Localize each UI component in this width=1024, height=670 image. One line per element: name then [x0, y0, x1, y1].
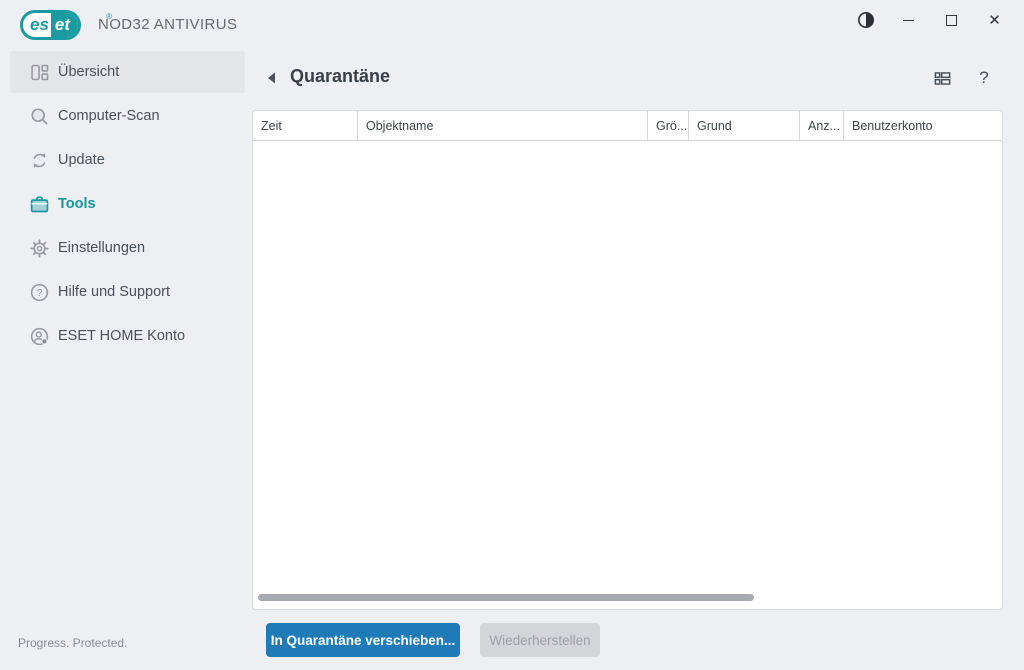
theme-toggle-icon[interactable]	[844, 2, 887, 38]
minimize-button[interactable]	[887, 2, 930, 38]
sidebar-item-hilfe-und-support[interactable]: ? Hilfe und Support	[0, 270, 250, 314]
column-header-zeit[interactable]: Zeit	[253, 111, 358, 140]
product-name: NOD32 ANTIVIRUS	[98, 16, 238, 33]
gear-icon	[28, 237, 50, 259]
eset-logo-text-filled: et	[50, 13, 79, 37]
close-button[interactable]: ✕	[973, 2, 1016, 38]
eset-logo-text-outline: es	[30, 15, 49, 34]
sidebar-item-computer-scan[interactable]: Computer-Scan	[0, 94, 250, 138]
table-header-row: Zeit Objektname Grö... Grund Anz... Benu…	[253, 111, 1002, 141]
sidebar-item-label: Einstellungen	[58, 240, 146, 256]
svg-text:?: ?	[36, 287, 42, 299]
close-icon: ✕	[988, 11, 1001, 29]
eset-logo: es et ®	[20, 10, 112, 40]
column-header-groesse[interactable]: Grö...	[648, 111, 689, 140]
sidebar: Übersicht Computer-Scan Update Tools Ein…	[0, 50, 250, 358]
help-circle-icon: ?	[28, 281, 50, 303]
header-icons: ?	[930, 66, 996, 90]
maximize-button[interactable]	[930, 2, 973, 38]
sidebar-item-tools[interactable]: Tools	[0, 182, 250, 226]
refresh-icon	[28, 149, 50, 171]
sidebar-item-label: Computer-Scan	[58, 108, 160, 124]
column-header-objektname[interactable]: Objektname	[358, 111, 648, 140]
status-text: Progress. Protected.	[18, 636, 128, 650]
back-button[interactable]	[262, 68, 282, 88]
sidebar-item-label: Tools	[58, 196, 96, 212]
column-header-grund[interactable]: Grund	[689, 111, 800, 140]
sidebar-item-label: ESET HOME Konto	[58, 328, 186, 344]
account-icon	[28, 325, 50, 347]
minimize-icon	[903, 19, 914, 21]
details-view-icon[interactable]	[930, 66, 954, 90]
restore-button[interactable]: Wiederherstellen	[480, 623, 600, 657]
sidebar-item-label: Übersicht	[58, 64, 120, 80]
overview-dashboard-icon	[28, 61, 50, 83]
horizontal-scrollbar[interactable]	[258, 594, 754, 601]
quarantine-table-panel: Zeit Objektname Grö... Grund Anz... Benu…	[252, 110, 1003, 610]
sidebar-item-update[interactable]: Update	[0, 138, 250, 182]
column-header-benutzerkonto[interactable]: Benutzerkonto	[844, 111, 1002, 140]
page-title: Quarantäne	[290, 66, 391, 86]
window-controls: ✕	[844, 0, 1016, 40]
action-button-row: In Quarantäne verschieben... Wiederherst…	[252, 623, 1004, 657]
table-body-empty	[253, 141, 1002, 609]
eset-logo-pill: es et	[20, 10, 82, 40]
column-header-anzahl[interactable]: Anz...	[800, 111, 844, 140]
help-glyph: ?	[979, 68, 989, 87]
search-icon	[28, 105, 50, 127]
briefcase-icon	[28, 193, 50, 215]
sidebar-item-label: Hilfe und Support	[58, 284, 171, 300]
maximize-icon	[946, 14, 957, 26]
sidebar-item-eset-home-konto[interactable]: ESET HOME Konto	[0, 314, 250, 358]
titlebar: es et ® NOD32 ANTIVIRUS ✕	[0, 0, 1024, 50]
main-header: Quarantäne ?	[252, 60, 1004, 100]
sidebar-item-uebersicht[interactable]: Übersicht	[0, 50, 250, 94]
sidebar-item-label: Update	[58, 152, 105, 168]
sidebar-item-einstellungen[interactable]: Einstellungen	[0, 226, 250, 270]
help-icon[interactable]: ?	[972, 66, 996, 90]
move-to-quarantine-button[interactable]: In Quarantäne verschieben...	[266, 623, 460, 657]
back-arrow-icon	[268, 72, 275, 84]
